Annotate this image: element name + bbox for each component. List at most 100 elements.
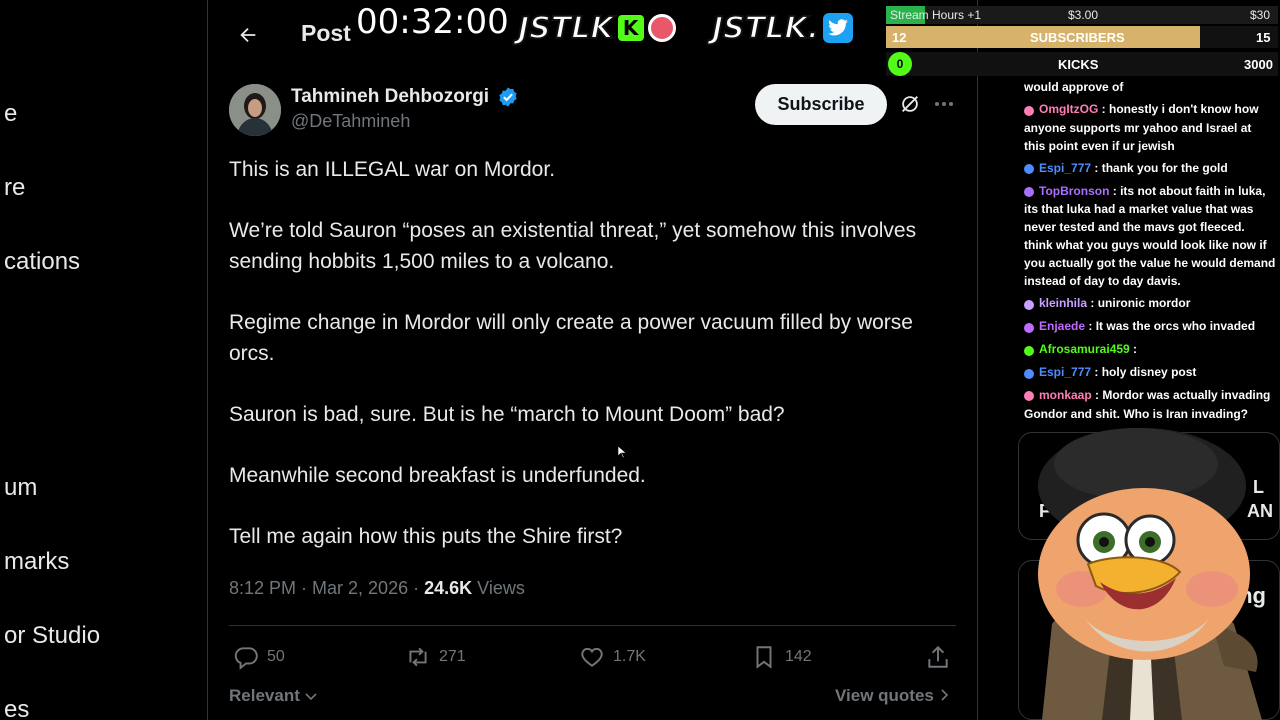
- sidebar-item-explore[interactable]: re: [4, 174, 25, 202]
- stream-chat: would approve of OmgItzOG : honestly i do…: [1024, 78, 1276, 427]
- chat-badge-icon: [1024, 101, 1036, 119]
- chat-text: : It was the orcs who invaded: [1085, 319, 1256, 334]
- repost-icon: [409, 647, 427, 667]
- sidebar-item-partial-1[interactable]: e: [4, 100, 17, 128]
- chat-badge-icon: [1024, 318, 1036, 336]
- chat-badge-icon: [1024, 387, 1036, 405]
- chat-username[interactable]: Espi_777: [1039, 365, 1091, 379]
- chat-text: : unironic mordor: [1087, 296, 1191, 311]
- stream-hours-label: Stream Hours +1: [890, 8, 982, 22]
- kick-icon: K: [617, 15, 644, 41]
- stream-hours-amount: $3.00: [1068, 8, 1099, 22]
- repost-count: 271: [439, 648, 466, 665]
- chat-username[interactable]: kleinhila: [1039, 296, 1087, 310]
- chat-username[interactable]: Enjaede: [1039, 319, 1085, 333]
- chat-badge-icon: [1024, 160, 1036, 178]
- chat-message: TopBronson : its not about faith in luka…: [1024, 182, 1276, 291]
- chat-badge-icon: [1024, 295, 1036, 313]
- chat-badge-icon: [1024, 182, 1036, 200]
- sidebar-item-bookmarks[interactable]: marks: [4, 548, 69, 576]
- sidebar-item-creator-studio[interactable]: or Studio: [4, 622, 100, 650]
- chat-message: Espi_777 : thank you for the gold: [1024, 159, 1276, 178]
- heart-icon: [581, 647, 603, 667]
- post-text: This is an ILLEGAL war on Mordor. We’re …: [229, 154, 964, 582]
- post-paragraph: Tell me again how this puts the Shire fi…: [229, 525, 623, 548]
- more-options-icon[interactable]: [933, 93, 955, 115]
- chat-text: : thank you for the gold: [1091, 160, 1228, 175]
- post-meta: 8:12 PM · Mar 2, 2026 · 24.6K Views: [229, 578, 525, 599]
- views-count: 24.6K: [424, 578, 473, 598]
- stream-goals-panel: Stream Hours +1 $3.00 $30 12 SUBSCRIBERS…: [884, 0, 1280, 78]
- chat-text: :: [1129, 342, 1138, 357]
- chat-username[interactable]: OmgItzOG: [1039, 102, 1098, 116]
- bookmark-button[interactable]: 142: [751, 644, 812, 670]
- divider: [229, 625, 956, 626]
- subscribers-goal-value: 15: [1256, 30, 1271, 45]
- share-button[interactable]: [925, 644, 951, 670]
- view-quotes-label: View quotes: [835, 686, 934, 705]
- twitter-logo: JSTLK.: [711, 8, 853, 48]
- reply-count: 50: [267, 648, 285, 665]
- kicks-current: 0: [888, 52, 912, 76]
- chat-message: would approve of: [1024, 78, 1276, 96]
- chat-username[interactable]: Espi_777: [1039, 161, 1091, 175]
- reply-icon: [234, 647, 258, 670]
- chat-username[interactable]: Afrosamurai459: [1039, 342, 1130, 356]
- bookmark-icon: [756, 646, 772, 669]
- post-paragraph: Meanwhile second breakfast is underfunde…: [229, 464, 646, 487]
- stream-hours-goal: Stream Hours +1 $3.00 $30: [884, 4, 1280, 24]
- views-label: Views: [472, 578, 525, 598]
- chat-message: OmgItzOG : honestly i don't know how any…: [1024, 100, 1276, 155]
- like-count: 1.7K: [613, 648, 646, 665]
- stream-timer: 00:32:00: [356, 2, 509, 42]
- stream-hours-goal-value: $30: [1250, 8, 1271, 22]
- sort-replies-dropdown[interactable]: Relevant: [229, 686, 317, 706]
- bookmark-count: 142: [785, 648, 812, 665]
- avatar-image: [229, 84, 281, 136]
- chat-username[interactable]: monkaap: [1039, 388, 1092, 402]
- kicks-goal-value: 3000: [1244, 57, 1273, 72]
- chat-text: would approve of: [1024, 80, 1124, 94]
- repost-button[interactable]: 271: [405, 644, 466, 670]
- view-quotes-link[interactable]: View quotes: [835, 686, 949, 706]
- grok-icon[interactable]: [899, 93, 921, 115]
- chat-username[interactable]: TopBronson: [1039, 184, 1109, 198]
- arrow-left-icon: [240, 27, 256, 43]
- chat-badge-icon: [1024, 341, 1036, 359]
- chevron-right-icon: [941, 689, 948, 701]
- back-button[interactable]: [231, 18, 265, 52]
- mouse-cursor-icon: [618, 446, 626, 458]
- chat-text: : its not about faith in luka, its that …: [1024, 183, 1276, 289]
- post-paragraph: We’re told Sauron “poses an existential …: [229, 219, 917, 273]
- reply-button[interactable]: 50: [233, 644, 285, 670]
- subscribers-label: SUBSCRIBERS: [1030, 30, 1125, 45]
- sort-label: Relevant: [229, 686, 300, 705]
- chat-message: Enjaede : It was the orcs who invaded: [1024, 317, 1276, 336]
- post-timestamp[interactable]: 8:12 PM · Mar 2, 2026 ·: [229, 578, 424, 598]
- chat-badge-icon: [1024, 364, 1036, 382]
- share-icon: [928, 645, 948, 668]
- like-button[interactable]: 1.7K: [579, 644, 646, 670]
- sidebar-item-premium[interactable]: um: [4, 474, 37, 502]
- subscribers-current: 12: [892, 30, 907, 45]
- avatar[interactable]: [229, 84, 281, 136]
- author-name[interactable]: Tahmineh Dehbozorgi: [291, 86, 489, 108]
- post-paragraph: Regime change in Mordor will only create…: [229, 311, 913, 365]
- subscribe-button[interactable]: Subscribe: [755, 84, 887, 125]
- sidebar-item-notifications[interactable]: cations: [4, 248, 80, 276]
- post-column: Post Tahmineh Dehbozorgi @DeTahmineh Sub…: [209, 0, 978, 720]
- kicks-label: KICKS: [1058, 57, 1099, 72]
- record-icon: [647, 14, 676, 42]
- verified-badge-icon: [499, 87, 517, 107]
- sidebar-item-partial-2[interactable]: es: [4, 696, 29, 720]
- kicks-goal: 0 KICKS 3000: [884, 52, 1280, 76]
- mascot-character-image: [1038, 428, 1262, 720]
- author-handle[interactable]: @DeTahmineh: [291, 111, 410, 132]
- subscribers-goal: 12 SUBSCRIBERS 15: [884, 26, 1280, 48]
- twitter-bird-icon: [823, 13, 853, 43]
- page-title: Post: [301, 20, 351, 46]
- logo-text: JSTLK.: [711, 10, 820, 47]
- chevron-down-icon: [305, 693, 317, 701]
- post-paragraph: Sauron is bad, sure. But is he “march to…: [229, 403, 785, 426]
- kick-logo: JSTLK K: [517, 8, 676, 48]
